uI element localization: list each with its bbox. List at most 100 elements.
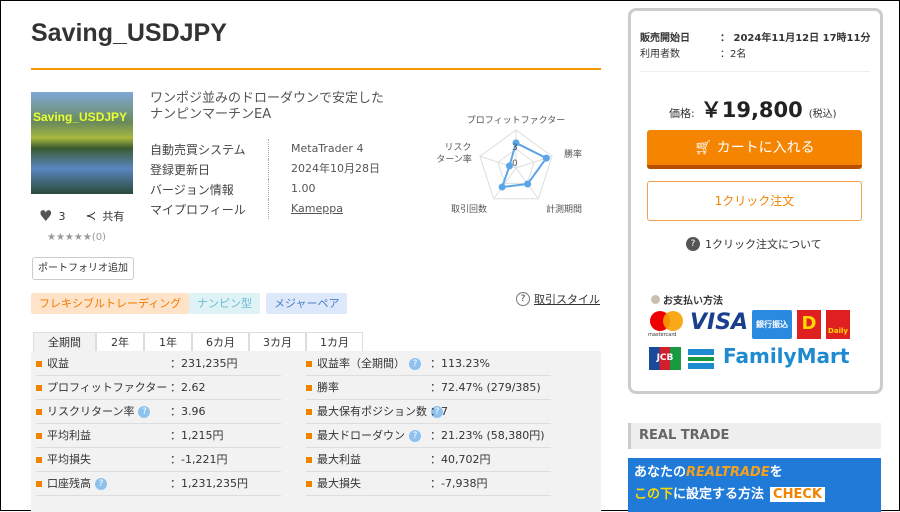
- tab-6m[interactable]: 6カ月: [192, 332, 249, 352]
- bullet-icon: [36, 481, 42, 487]
- rating: ★★★★★(0): [47, 232, 106, 243]
- product-thumbnail: Saving_USDJPY: [31, 92, 133, 194]
- radar-tick-0: 0: [512, 159, 518, 169]
- visa-logo: VISA: [690, 310, 749, 335]
- info-label: マイプロフィール: [150, 202, 246, 217]
- stat-value: ：-1,221円: [170, 453, 228, 466]
- stat-row: 収益 ：231,235円: [36, 352, 281, 376]
- tag-major-pair[interactable]: メジャーペア: [266, 293, 348, 314]
- stat-label: 収益: [47, 357, 69, 370]
- radar-tick-3: 3: [512, 143, 518, 153]
- tag-nanpin[interactable]: ナンピン型: [189, 293, 260, 314]
- bullet-icon: [651, 295, 660, 304]
- page-title: Saving_USDJPY: [31, 19, 227, 47]
- stat-label: 平均損失: [47, 453, 91, 466]
- info-value: MetaTrader 4: [268, 139, 363, 159]
- banner-text: を: [769, 465, 783, 480]
- profile-link[interactable]: Kameppa: [268, 199, 343, 219]
- tab-3m[interactable]: 3カ月: [249, 332, 306, 352]
- add-to-cart-button[interactable]: 🛒︎ カートに入れる: [647, 130, 862, 169]
- info-label: バージョン情報: [150, 182, 234, 197]
- stat-value: ：40,702円: [430, 453, 491, 466]
- stat-value: ：1,215円: [170, 429, 224, 442]
- banner-text: この下: [634, 487, 674, 502]
- stat-label: 平均利益: [47, 429, 91, 442]
- stat-row: 平均損失 ：-1,221円: [36, 448, 281, 472]
- help-icon[interactable]: ?: [516, 292, 530, 306]
- bank-transfer-logo: 銀行振込: [752, 310, 792, 339]
- info-label: 自動売買システム: [150, 142, 246, 157]
- bullet-icon: [306, 481, 312, 487]
- help-icon[interactable]: ?: [409, 358, 421, 370]
- tab-1y[interactable]: 1年: [144, 332, 192, 352]
- help-icon[interactable]: ?: [686, 237, 700, 251]
- bullet-icon: [36, 361, 42, 367]
- stat-value: ：2.62: [170, 381, 206, 394]
- stat-label: 収益率（全期間）: [317, 357, 405, 370]
- stat-row: 収益率（全期間）? ：113.23%: [306, 352, 551, 376]
- stat-row: 口座残高? ：1,231,235円: [36, 472, 281, 496]
- sale-start-value: ： 2024年11月12日 17時11分: [720, 33, 871, 44]
- bullet-icon: [306, 433, 312, 439]
- radar-point: [498, 183, 506, 191]
- real-trade-banner[interactable]: あなたのREALTRADEを この下に設定する方法 CHECK: [628, 458, 881, 512]
- sale-start-label: 販売開始日: [640, 33, 690, 44]
- tab-all[interactable]: 全期間: [33, 332, 96, 352]
- stat-value: ：-7,938円: [430, 477, 488, 490]
- info-label: 登録更新日: [150, 162, 211, 177]
- tag-flexible[interactable]: フレキシブルトレーディング: [31, 293, 190, 314]
- stat-label: 最大保有ポジション数: [317, 405, 427, 418]
- stat-row: 最大保有ポジション数? ：7: [306, 400, 551, 424]
- stat-value: ：21.23% (58,380円): [430, 429, 545, 442]
- help-icon[interactable]: ?: [95, 478, 107, 490]
- stat-row: 最大損失 ：-7,938円: [306, 472, 551, 496]
- stat-row: 勝率 ：72.47% (279/385): [306, 376, 551, 400]
- jcb-logo: JCB: [649, 347, 681, 370]
- profile-link-text[interactable]: Kameppa: [291, 202, 343, 215]
- stat-value: ：231,235円: [170, 357, 238, 370]
- help-icon[interactable]: ?: [138, 406, 151, 418]
- tax-label: (税込): [808, 109, 837, 120]
- info-value: 1.00: [268, 179, 316, 199]
- tab-1m[interactable]: 1カ月: [306, 332, 363, 352]
- radar-label-win: 勝率: [564, 148, 582, 160]
- heart-icon[interactable]: ♥: [39, 207, 52, 225]
- help-icon[interactable]: ?: [409, 430, 421, 442]
- one-click-help-link[interactable]: 1クリック注文について: [705, 236, 822, 252]
- cart-label: カートに入れる: [716, 140, 815, 156]
- tab-2y[interactable]: 2年: [96, 332, 144, 352]
- payment-title: お支払い方法: [663, 296, 723, 307]
- dpoint-logo: D: [797, 310, 821, 339]
- radar-label-pf: プロフィットファクター: [467, 115, 565, 126]
- trade-style-link[interactable]: 取引スタイル: [534, 291, 600, 307]
- share-button[interactable]: 共有: [102, 208, 124, 224]
- bullet-icon: [306, 385, 312, 391]
- title-divider: [31, 68, 601, 70]
- familymart-logo: FamilyMart: [723, 344, 850, 368]
- subtitle-line2: ナンピンマーチンEA: [150, 107, 272, 122]
- stat-row: 最大ドローダウン? ：21.23% (58,380円): [306, 424, 551, 448]
- stat-value: ：1,231,235円: [170, 477, 248, 490]
- stat-label: プロフィットファクター: [47, 381, 168, 394]
- stat-value: ：72.47% (279/385): [430, 381, 541, 394]
- radar-point: [542, 154, 550, 162]
- stat-label: 最大ドローダウン: [317, 429, 405, 442]
- bullet-icon: [306, 457, 312, 463]
- portfolio-add-button[interactable]: ポートフォリオ追加: [32, 257, 134, 280]
- users-label: 利用者数: [640, 49, 680, 60]
- real-trade-header: REAL TRADE: [628, 423, 881, 449]
- stat-label: 最大損失: [317, 477, 361, 490]
- stat-row: リスクリターン率? ：3.96: [36, 400, 281, 424]
- subtitle-line1: ワンポジ並みのドローダウンで安定した: [150, 91, 385, 106]
- bullet-icon: [36, 385, 42, 391]
- thumbnail-text: Saving_USDJPY: [33, 110, 128, 124]
- cart-icon: 🛒︎: [694, 140, 717, 156]
- share-icon[interactable]: ≺: [85, 209, 96, 224]
- divider: [640, 71, 870, 72]
- radar-label-period: 計測期間: [546, 203, 582, 215]
- daily-logo: Daily: [826, 310, 850, 339]
- one-click-order-button[interactable]: 1クリック注文: [647, 181, 862, 221]
- stat-row: 平均利益 ：1,215円: [36, 424, 281, 448]
- bullet-icon: [36, 457, 42, 463]
- mastercard-logo: mastercard: [648, 310, 688, 340]
